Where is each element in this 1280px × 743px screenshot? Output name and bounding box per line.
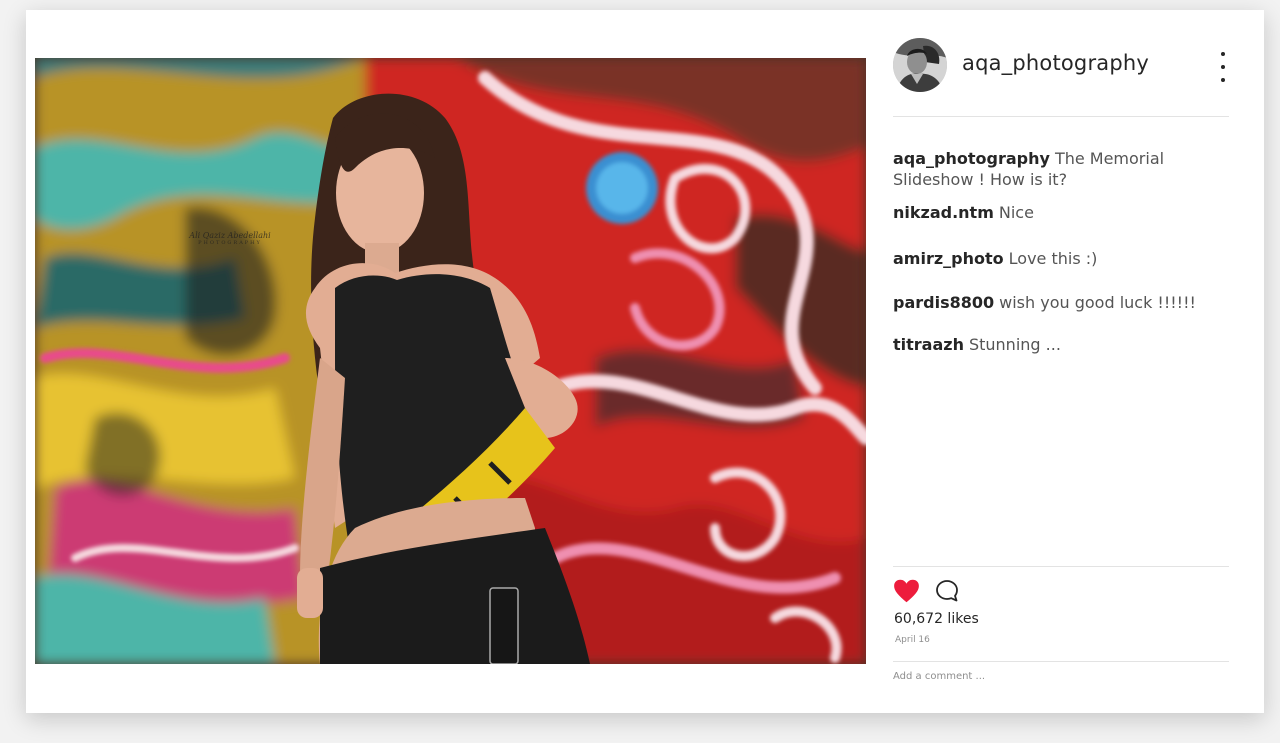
comment-username[interactable]: pardis8800 <box>893 293 994 312</box>
more-dot <box>1221 78 1225 82</box>
photographer-watermark: Ali Qaziz Abedellahi PHOTOGRAPHY <box>185 231 275 246</box>
more-dot <box>1221 52 1225 56</box>
caption-comment: aqa_photography The Memorial Slideshow ! … <box>893 148 1248 190</box>
comment-text: Love this :) <box>1008 249 1098 268</box>
comment-username[interactable]: amirz_photo <box>893 249 1004 268</box>
comment-text: Nice <box>998 203 1034 222</box>
graffiti-photo-image <box>35 58 866 664</box>
divider <box>893 661 1229 662</box>
more-dot <box>1221 65 1225 69</box>
comment-username[interactable]: titraazh <box>893 335 964 354</box>
comment-bubble-icon[interactable] <box>935 579 959 603</box>
avatar-photo-icon <box>893 38 947 92</box>
post-header: aqa_photography <box>893 36 1229 117</box>
comment-text: Stunning ... <box>968 335 1061 354</box>
avatar[interactable] <box>893 38 947 92</box>
more-vertical-icon[interactable] <box>1211 52 1235 82</box>
add-comment-input[interactable] <box>893 668 1193 684</box>
list-item: amirz_photo Love this :) <box>893 248 1248 269</box>
likes-count[interactable]: 60,672 likes <box>894 611 979 627</box>
post-author-username[interactable]: aqa_photography <box>962 51 1149 75</box>
watermark-caption: PHOTOGRAPHY <box>198 240 262 246</box>
list-item: titraazh Stunning ... <box>893 334 1248 355</box>
comment-username[interactable]: aqa_photography <box>893 149 1050 168</box>
heart-icon[interactable] <box>893 578 920 604</box>
list-item: pardis8800 wish you good luck !!!!!! <box>893 292 1248 313</box>
post-side-panel: aqa_photography aqa_photography The Memor… <box>893 36 1253 696</box>
post-date: April 16 <box>895 635 930 645</box>
divider <box>893 566 1229 567</box>
watermark-signature: Ali Qaziz Abedellahi <box>189 231 271 240</box>
post-photo[interactable]: Ali Qaziz Abedellahi PHOTOGRAPHY <box>35 58 866 664</box>
comment-username[interactable]: nikzad.ntm <box>893 203 994 222</box>
comment-text: wish you good luck !!!!!! <box>999 293 1196 312</box>
list-item: nikzad.ntm Nice <box>893 202 1248 223</box>
